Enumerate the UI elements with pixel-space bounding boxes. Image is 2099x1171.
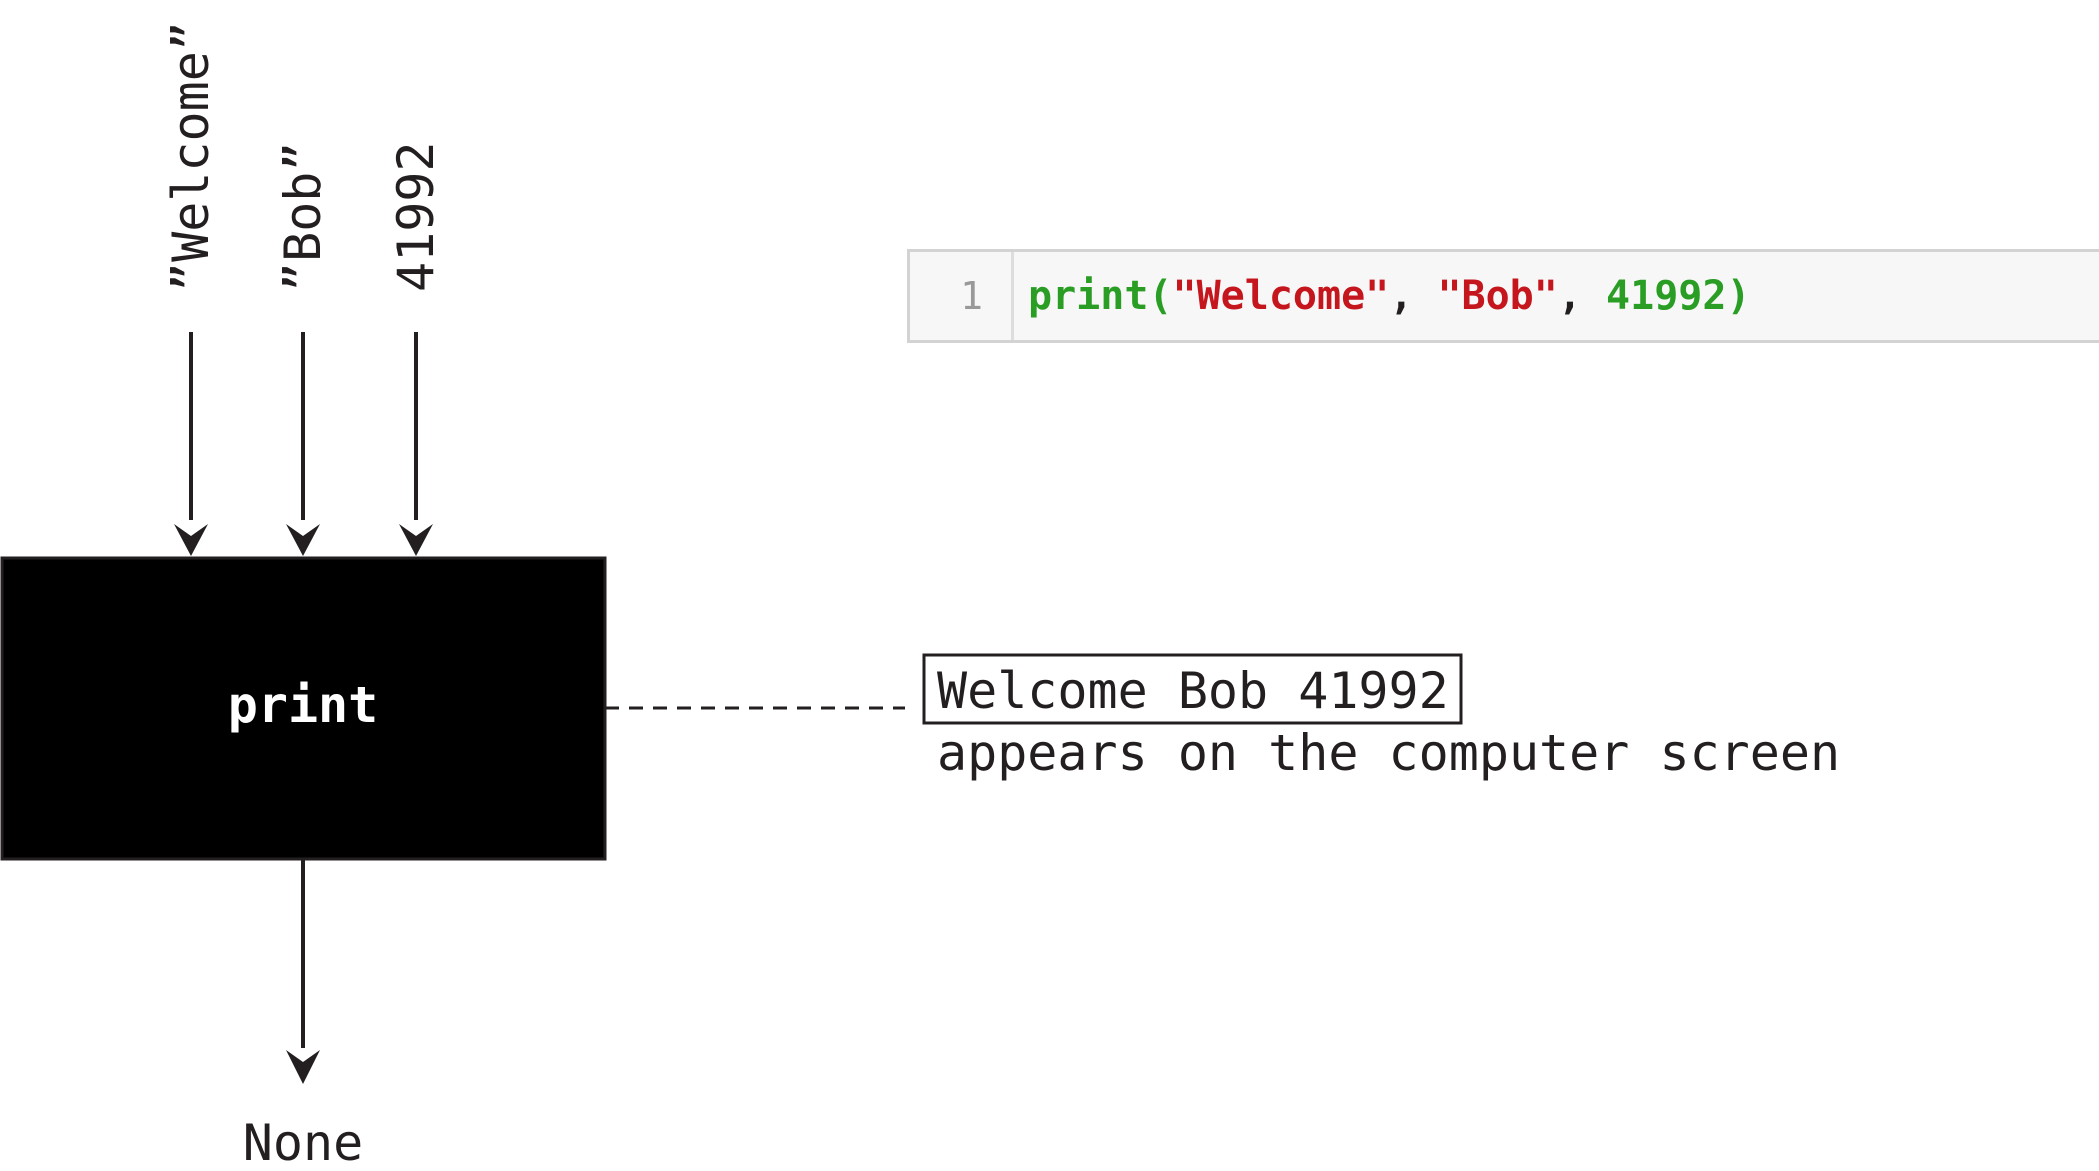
code-token-string-welcome: "Welcome" xyxy=(1172,273,1390,319)
arg-label-bob: ”Bob” xyxy=(274,141,332,292)
code-token-open-paren: ( xyxy=(1148,273,1173,319)
arg-label-welcome: ”Welcome” xyxy=(162,21,220,292)
code-token-function: print xyxy=(1028,273,1149,319)
code-token-close-paren: ) xyxy=(1726,273,1751,319)
input-arrow-number xyxy=(399,332,433,556)
return-value-label: None xyxy=(243,1114,363,1171)
line-number: 1 xyxy=(960,274,983,318)
code-token-comma: , xyxy=(1389,273,1438,319)
function-name-label: print xyxy=(228,676,379,734)
printed-output-text: Welcome Bob 41992 xyxy=(937,662,1449,720)
code-token-comma: , xyxy=(1557,273,1607,319)
input-arrow-welcome xyxy=(174,332,208,556)
return-arrow xyxy=(286,859,320,1084)
printed-output-caption: appears on the computer screen xyxy=(937,724,1840,782)
line-number-gutter: 1 xyxy=(910,252,1014,340)
code-line[interactable]: print("Welcome", "Bob", 41992) xyxy=(1014,252,2099,340)
input-arrow-bob xyxy=(286,332,320,556)
code-editor: 1 print("Welcome", "Bob", 41992) xyxy=(907,249,2099,343)
code-token-number: 41992 xyxy=(1606,273,1727,319)
code-token-string-bob: "Bob" xyxy=(1437,273,1558,319)
arg-label-number: 41992 xyxy=(387,141,445,292)
print-function-diagram: ”Welcome” ”Bob” 41992 print None Welcome… xyxy=(0,21,1840,1171)
